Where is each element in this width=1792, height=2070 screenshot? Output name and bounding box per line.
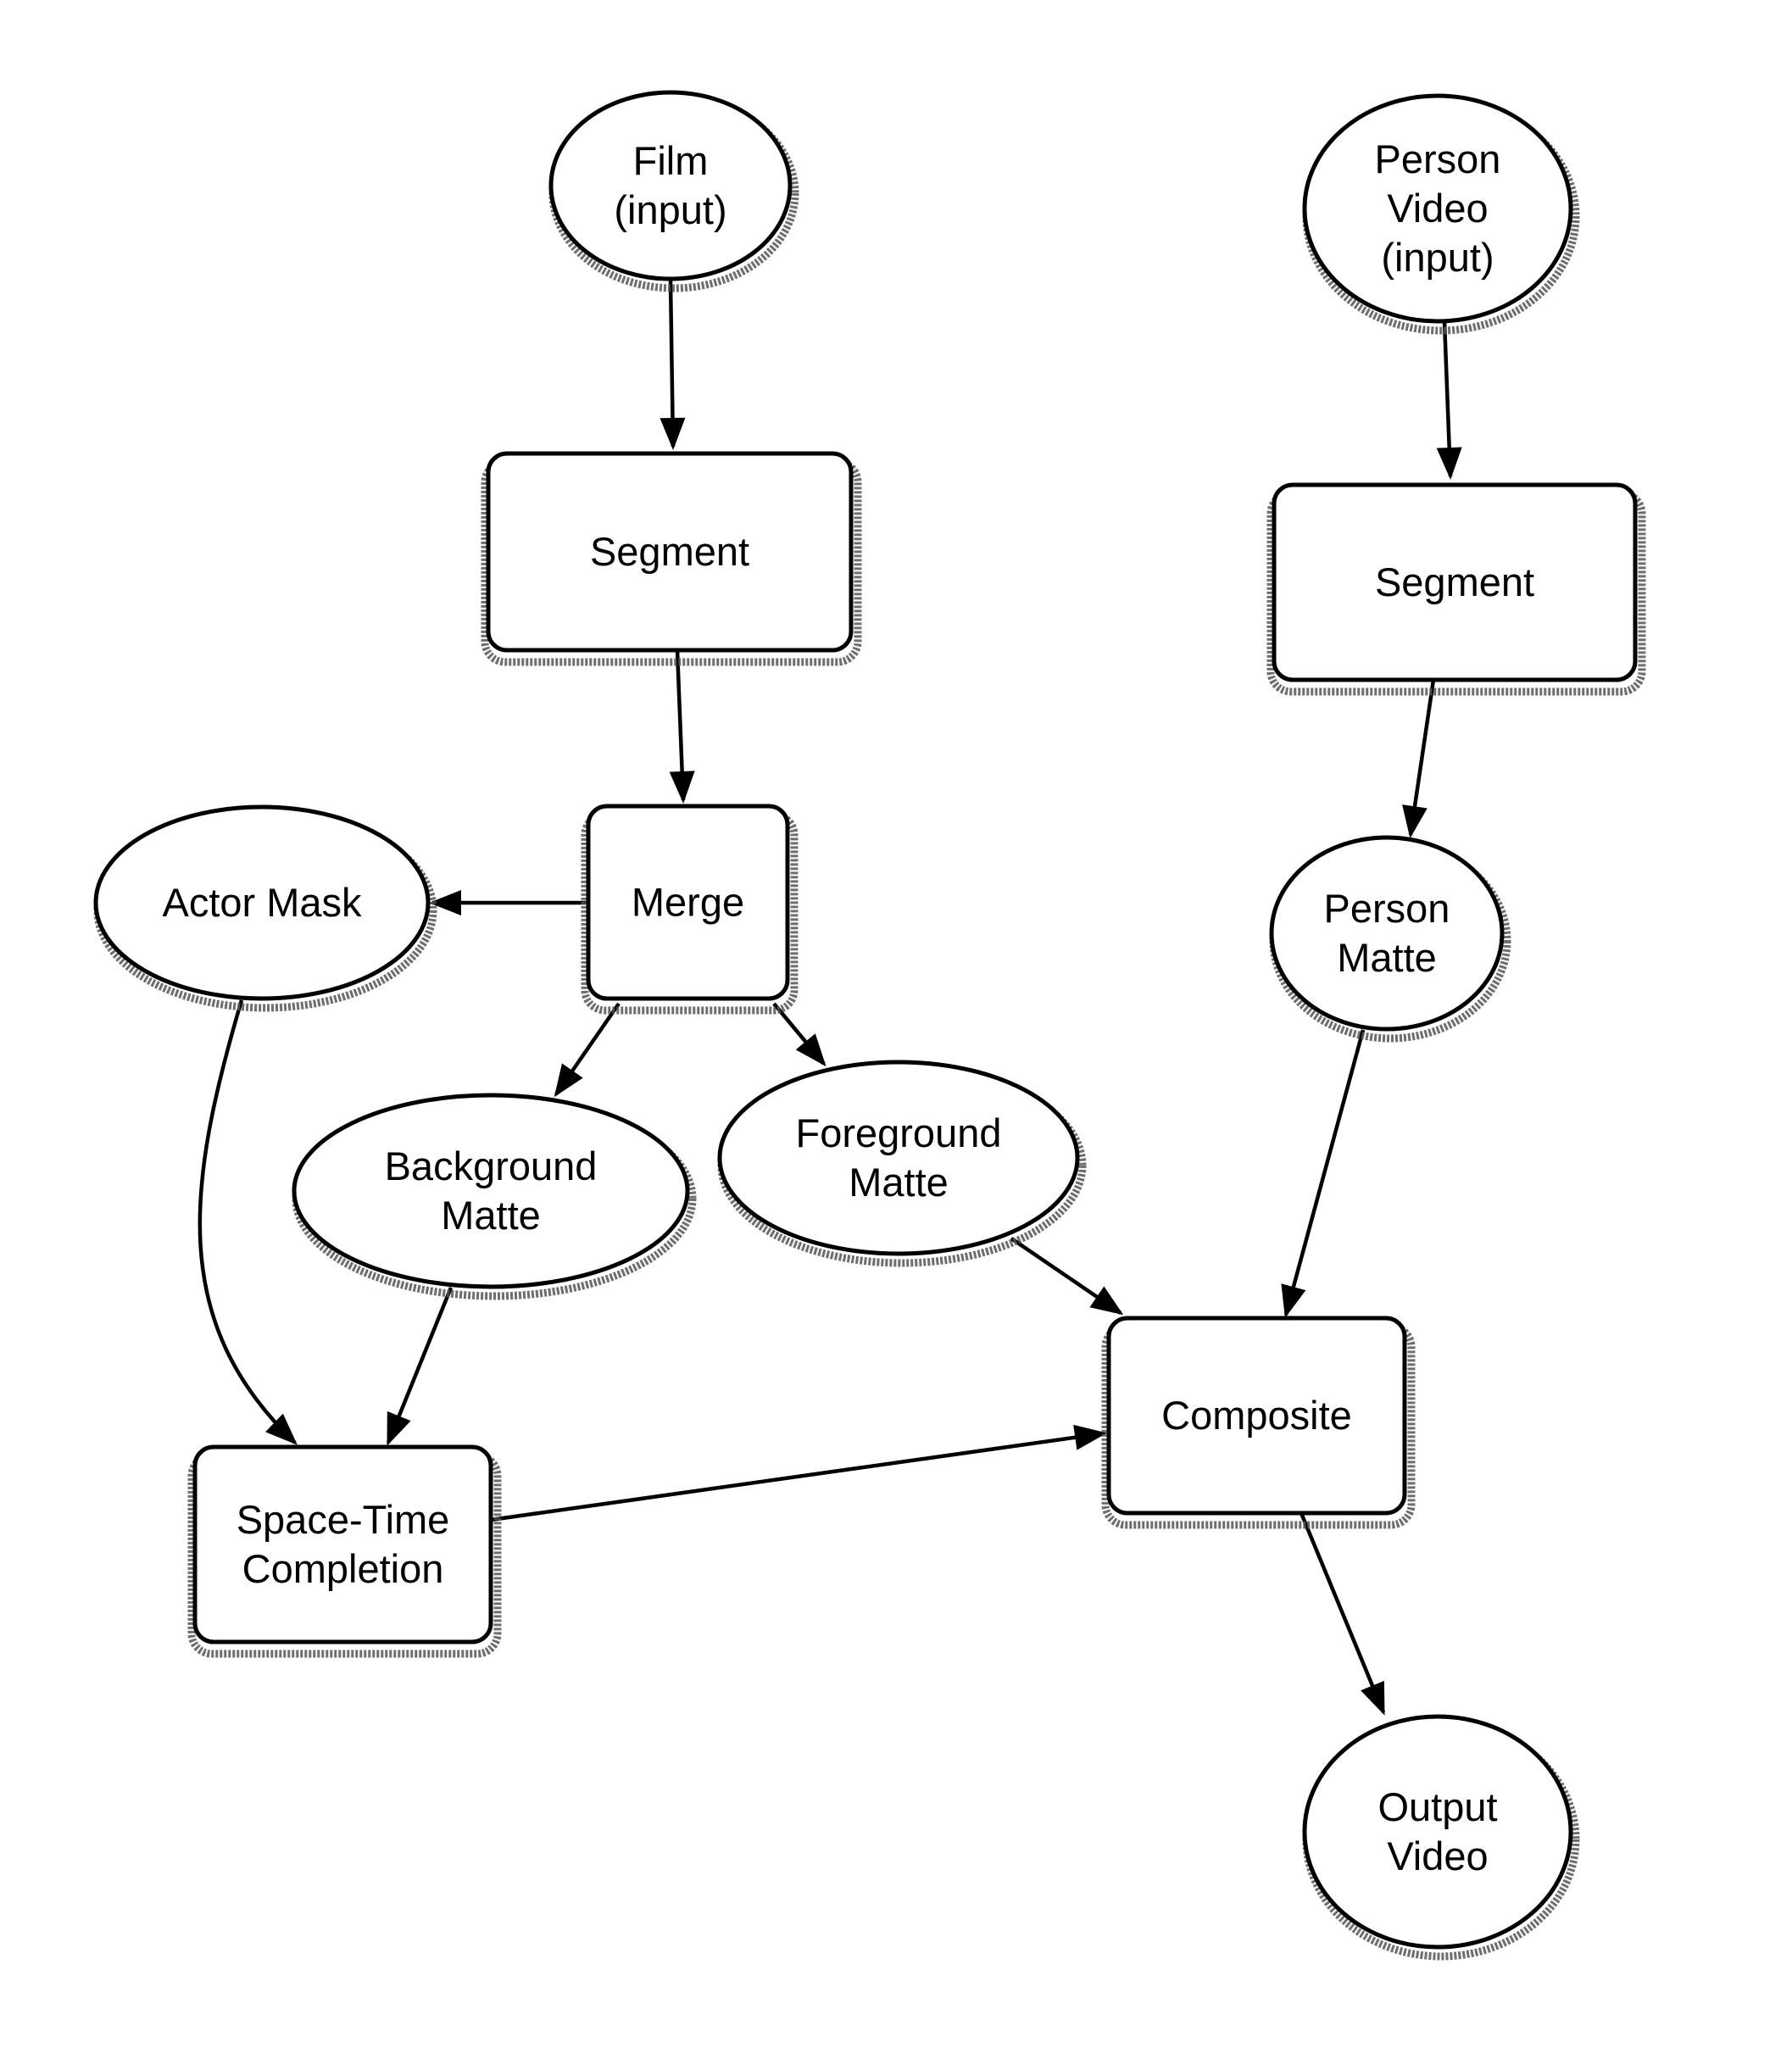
node-label: Video bbox=[1387, 1834, 1488, 1878]
node-label: Matte bbox=[849, 1160, 949, 1205]
arrowhead-segment-person-to-person-matte bbox=[1402, 804, 1427, 838]
node-label: (input) bbox=[1381, 235, 1494, 280]
edge-space-time-completion-to-composite bbox=[490, 1431, 1105, 1522]
node-label: Person bbox=[1375, 136, 1501, 181]
arrowhead-space-time-completion-to-composite bbox=[1073, 1424, 1107, 1450]
node-background-matte: Background Matte bbox=[292, 1093, 697, 1300]
node-label: Merge bbox=[632, 880, 744, 925]
node-space-time-completion: Space-TimeCompletion bbox=[187, 1444, 502, 1658]
node-ellipse bbox=[1302, 1714, 1573, 1950]
arrowhead-person-matte-to-composite bbox=[1281, 1283, 1306, 1318]
node-segment-film: Segment bbox=[481, 451, 862, 666]
node-merge: Merge bbox=[581, 804, 799, 1015]
node-label: Person bbox=[1324, 886, 1450, 931]
node-foreground-matte: Foreground Matte bbox=[717, 1060, 1087, 1267]
node-label: Composite bbox=[1161, 1393, 1352, 1438]
node-person-matte: PersonMatte bbox=[1269, 835, 1511, 1043]
arrowhead-composite-to-output-video bbox=[1361, 1680, 1385, 1716]
node-label: (input) bbox=[614, 187, 726, 232]
edge-composite-to-output-video bbox=[1299, 1512, 1386, 1713]
node-label: Video bbox=[1387, 186, 1488, 231]
arrowhead-merge-to-background-matte bbox=[554, 1063, 583, 1098]
arrowhead-person-video-to-segment-person bbox=[1436, 447, 1462, 480]
node-label: Segment bbox=[590, 529, 749, 574]
node-label: Completion bbox=[242, 1546, 444, 1591]
node-label: Matte bbox=[441, 1193, 541, 1238]
node-ellipse bbox=[717, 1060, 1080, 1256]
arrowhead-foreground-matte-to-composite bbox=[1089, 1286, 1124, 1316]
node-label: Film bbox=[633, 138, 709, 183]
node-label: Foreground bbox=[796, 1110, 1002, 1155]
arrowhead-film-to-segment-film bbox=[659, 417, 686, 450]
node-ellipse bbox=[292, 1093, 690, 1289]
node-output-video: Output Video bbox=[1302, 1714, 1580, 1961]
node-label: Matte bbox=[1337, 935, 1437, 980]
arrowhead-merge-to-foreground-matte bbox=[795, 1033, 826, 1067]
nodes-layer: Film(input)PersonVideo(input)SegmentSegm… bbox=[93, 90, 1646, 1961]
node-composite: Composite bbox=[1101, 1316, 1416, 1529]
node-ellipse bbox=[548, 90, 793, 281]
arrowhead-segment-film-to-merge bbox=[669, 771, 695, 804]
arrowhead-background-matte-to-space-time-completion bbox=[387, 1411, 411, 1446]
node-label: Actor Mask bbox=[162, 880, 362, 925]
node-ellipse bbox=[1269, 835, 1505, 1032]
flow-diagram: Film(input)PersonVideo(input)SegmentSegm… bbox=[93, 90, 1646, 1961]
node-box bbox=[192, 1444, 493, 1644]
edge-actor-mask-to-space-time-completion bbox=[198, 999, 297, 1444]
node-label: Output bbox=[1377, 1784, 1497, 1829]
node-label: Space-Time bbox=[237, 1497, 450, 1542]
node-segment-person: Segment bbox=[1266, 482, 1646, 696]
node-actor-mask: Actor Mask bbox=[93, 804, 437, 1012]
edge-person-matte-to-composite bbox=[1283, 1029, 1366, 1316]
node-label: Background bbox=[385, 1144, 598, 1188]
node-film: Film(input) bbox=[548, 90, 799, 292]
node-person-video: Person Video(input) bbox=[1302, 93, 1580, 335]
node-label: Segment bbox=[1375, 559, 1534, 604]
